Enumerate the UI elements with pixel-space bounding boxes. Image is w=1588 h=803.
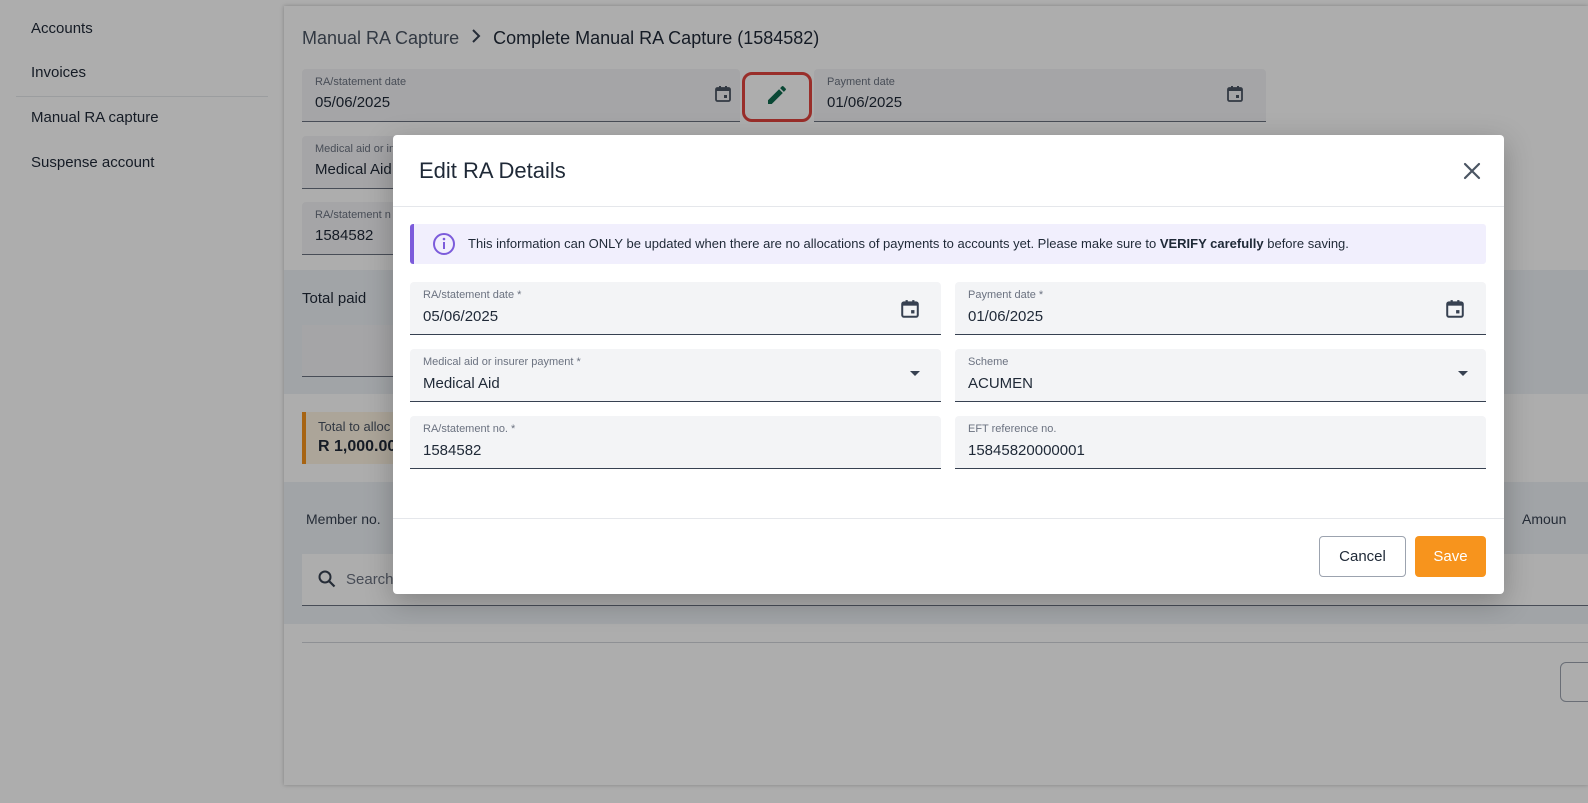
medical-aid-select[interactable]: Medical aid or insurer payment * Medical… (410, 349, 941, 402)
ra-statement-no-field[interactable]: RA/statement no. * 1584582 (410, 416, 941, 469)
payment-date-field[interactable]: Payment date * 01/06/2025 (955, 282, 1486, 335)
ra-statement-no-value[interactable]: 1584582 (423, 442, 481, 459)
info-icon (432, 232, 456, 261)
payment-date-value[interactable]: 01/06/2025 (968, 308, 1043, 325)
scheme-select[interactable]: Scheme ACUMEN (955, 349, 1486, 402)
ra-statement-date-field[interactable]: RA/statement date * 05/06/2025 (410, 282, 941, 335)
calendar-icon[interactable] (1445, 299, 1465, 324)
info-banner: This information can ONLY be updated whe… (410, 224, 1486, 264)
payment-date-label: Payment date * (968, 289, 1044, 301)
eft-reference-value[interactable]: 15845820000001 (968, 442, 1085, 459)
edit-ra-details-dialog: Edit RA Details This information can ONL… (393, 135, 1504, 594)
ra-statement-date-label: RA/statement date * (423, 289, 522, 301)
ra-statement-date-value[interactable]: 05/06/2025 (423, 308, 498, 325)
eft-reference-field[interactable]: EFT reference no. 15845820000001 (955, 416, 1486, 469)
medical-aid-value[interactable]: Medical Aid (423, 375, 500, 392)
save-button[interactable]: Save (1415, 536, 1486, 577)
eft-reference-label: EFT reference no. (968, 423, 1057, 435)
info-emphasis: VERIFY carefully (1159, 236, 1264, 251)
calendar-icon[interactable] (900, 299, 920, 324)
dialog-header-divider (393, 206, 1504, 207)
medical-aid-label: Medical aid or insurer payment * (423, 356, 581, 368)
caret-down-icon[interactable] (910, 371, 920, 376)
caret-down-icon[interactable] (1458, 371, 1468, 376)
scheme-value[interactable]: ACUMEN (968, 375, 1033, 392)
close-icon (1463, 162, 1481, 185)
dialog-footer-divider (393, 518, 1504, 519)
ra-statement-no-label: RA/statement no. * (423, 423, 516, 435)
info-message: This information can ONLY be updated whe… (468, 236, 1349, 251)
scheme-label: Scheme (968, 356, 1009, 368)
cancel-button[interactable]: Cancel (1319, 536, 1406, 577)
close-button[interactable] (1459, 160, 1485, 186)
dialog-title: Edit RA Details (419, 158, 566, 183)
